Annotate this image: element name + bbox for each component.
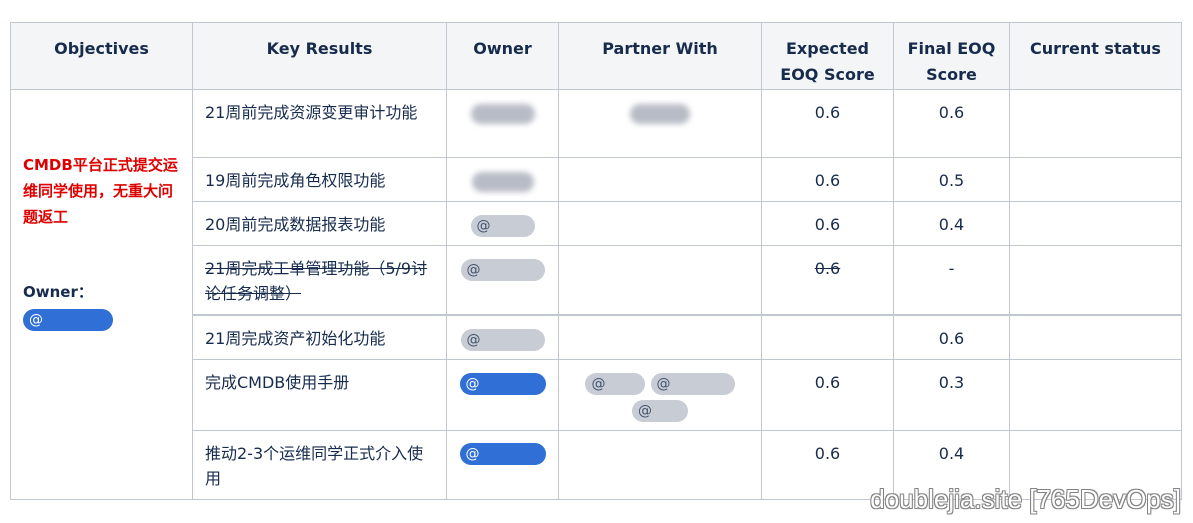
status-cell xyxy=(1009,157,1182,202)
final-score-cell: 0.3 xyxy=(893,359,1010,431)
key-result-cell: 21周前完成资源变更审计功能 xyxy=(192,89,447,158)
partner-mention[interactable] xyxy=(630,103,690,124)
owner-cell: @ xyxy=(446,314,559,360)
owner-mention[interactable] xyxy=(471,171,534,192)
partner-cell xyxy=(558,201,762,246)
objective-owner-label: Owner： xyxy=(23,283,93,301)
owner-mention[interactable]: @ xyxy=(460,258,545,281)
expected-score-cell: 0.6 xyxy=(761,245,894,316)
objective-cell: CMDB平台正式提交运维同学使用，无重大问题返工 Owner： @ xyxy=(10,89,193,500)
expected-score-cell: 0.6 xyxy=(761,359,894,431)
owner-cell xyxy=(446,157,559,202)
key-result-cell: 21周完成资产初始化功能 xyxy=(192,314,447,360)
header-expected-score: Expected EOQ Score xyxy=(761,22,894,90)
header-key-results: Key Results xyxy=(192,22,447,90)
key-result-cell: 20周前完成数据报表功能 xyxy=(192,201,447,246)
partner-mention[interactable]: @ xyxy=(632,399,688,422)
partner-cell xyxy=(558,314,762,360)
final-score-cell: 0.6 xyxy=(893,89,1010,158)
partner-cell xyxy=(558,429,762,500)
final-score-cell: 0.6 xyxy=(893,314,1010,360)
owner-mention[interactable]: @ xyxy=(470,214,535,237)
owner-mention[interactable]: @ xyxy=(460,328,545,351)
header-owner: Owner xyxy=(446,22,559,90)
partner-cell: @ @ @ xyxy=(558,359,762,431)
final-score-cell: - xyxy=(893,245,1010,316)
table-row: CMDB平台正式提交运维同学使用，无重大问题返工 Owner： @ 21周前完成… xyxy=(10,89,1182,500)
partner-cell xyxy=(558,89,762,158)
key-result-cell: 推动2-3个运维同学正式介入使用 xyxy=(192,429,447,500)
expected-score-cell: 0.6 xyxy=(761,157,894,202)
owner-cell: @ xyxy=(446,245,559,316)
owner-mention[interactable] xyxy=(470,103,535,124)
header-partner: Partner With xyxy=(558,22,762,90)
expected-score-cell: 0.6 xyxy=(761,89,894,158)
owner-mention[interactable]: @ xyxy=(459,443,546,465)
watermark: doublejia.site [765DevOps] xyxy=(870,484,1181,514)
owner-cell: @ xyxy=(446,201,559,246)
key-result-cell: 完成CMDB使用手册 xyxy=(192,359,447,431)
status-cell xyxy=(1009,314,1182,360)
final-score-cell: 0.5 xyxy=(893,157,1010,202)
expected-score-cell xyxy=(761,314,894,360)
owner-cell xyxy=(446,89,559,158)
owner-mention[interactable]: @ xyxy=(459,372,546,395)
owner-cell: @ xyxy=(446,359,559,431)
partner-cell xyxy=(558,245,762,316)
status-cell xyxy=(1009,89,1182,158)
header-final-score: Final EOQ Score xyxy=(893,22,1010,90)
partner-mention[interactable]: @ xyxy=(585,372,646,395)
owner-cell: @ xyxy=(446,429,559,500)
status-cell xyxy=(1009,359,1182,431)
partner-cell xyxy=(558,157,762,202)
status-cell xyxy=(1009,201,1182,246)
objective-text: CMDB平台正式提交运维同学使用，无重大问题返工 xyxy=(23,156,178,226)
header-objectives: Objectives xyxy=(10,22,193,90)
key-result-cell: 19周前完成角色权限功能 xyxy=(192,157,447,202)
header-current-status: Current status xyxy=(1009,22,1182,90)
objective-owner-mention[interactable]: @ xyxy=(23,308,113,331)
okr-table: Objectives Key Results Owner Partner Wit… xyxy=(10,22,1182,500)
status-cell xyxy=(1009,245,1182,316)
key-result-cell: 21周完成工单管理功能（5/9讨论任务调整） xyxy=(192,245,447,316)
expected-score-cell: 0.6 xyxy=(761,201,894,246)
final-score-cell: 0.4 xyxy=(893,201,1010,246)
header-row: Objectives Key Results Owner Partner Wit… xyxy=(10,22,1182,90)
partner-mention[interactable]: @ xyxy=(650,372,735,395)
